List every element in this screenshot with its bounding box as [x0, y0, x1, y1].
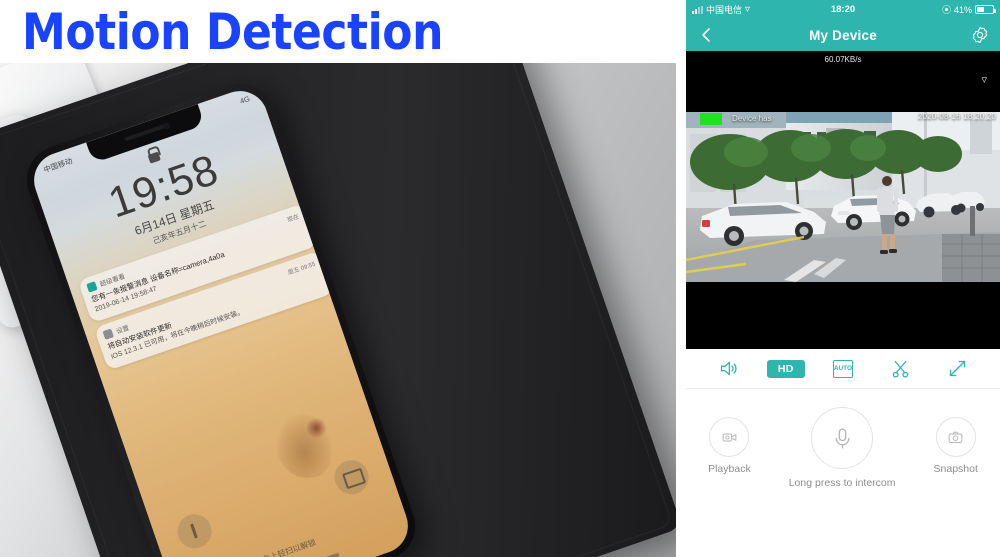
flashlight-button[interactable] [173, 509, 217, 553]
microphone-icon [811, 407, 874, 469]
gear-icon[interactable] [970, 25, 990, 45]
app-badge-icon [86, 280, 98, 293]
phone-carrier: 中国移动 [42, 156, 74, 175]
notification-app: 设置 [115, 324, 131, 336]
notch-speaker [124, 123, 166, 142]
expand-icon[interactable] [937, 356, 977, 382]
video-camera-icon [709, 417, 750, 457]
bottom-actions: Playback Long press to intercom Snapshot [686, 389, 1000, 489]
app-badge-icon [102, 327, 114, 340]
camera-feed [686, 112, 1000, 282]
page-title: My Device [809, 27, 877, 43]
product-photo: 中国移动 4G 19:58 6月14日 星期五 己亥年五月十二 超级看看 现在 … [0, 63, 676, 557]
quality-label: HD [766, 359, 805, 378]
wifi-icon: ▿ [981, 74, 987, 86]
notification-time: 现在 [286, 213, 300, 224]
video-overlay-text: Device has [732, 114, 772, 123]
phone-status-right: 4G [238, 94, 252, 106]
video-timestamp: 2020-08-16 18:20:20 [917, 112, 996, 121]
playback-button[interactable]: Playback [708, 417, 751, 475]
location-icon: ⦿ [941, 5, 951, 15]
motion-indicator [700, 113, 722, 125]
quality-hd-button[interactable]: HD [766, 356, 806, 382]
video-player[interactable]: 60.07KB/s ▿ Device has 2020-08-16 18:20:… [686, 51, 1000, 349]
bitrate-label: 60.07KB/s [824, 55, 862, 64]
status-bar: 中国电信 ▿ 18:20 ⦿ 41% [686, 0, 1000, 19]
actions-row: Playback Long press to intercom Snapshot [686, 407, 1000, 489]
speaker-icon[interactable] [709, 356, 749, 382]
battery-percent: 41% [953, 4, 972, 15]
notch-camera [162, 121, 172, 131]
scissors-icon[interactable] [880, 356, 920, 382]
left-photo-panel: Motion Detection 中国移动 4G 19:58 6月14日 星期五… [0, 0, 676, 557]
banner: Motion Detection [0, 0, 676, 63]
chevron-left-icon[interactable] [698, 27, 714, 43]
video-toolbar: HD AUTO [686, 349, 1000, 389]
battery-icon [975, 5, 996, 14]
auto-mode-button[interactable]: AUTO [823, 356, 863, 382]
intercom-button[interactable]: Long press to intercom [788, 407, 896, 489]
snapshot-label: Snapshot [933, 463, 978, 475]
nav-bar: My Device [686, 19, 1000, 51]
screenshot-root: Motion Detection 中国移动 4G 19:58 6月14日 星期五… [0, 0, 1000, 557]
intercom-label: Long press to intercom [788, 477, 896, 489]
status-bar-right: ⦿ 41% [941, 3, 996, 16]
camera-shortcut-button[interactable] [329, 455, 374, 499]
playback-label: Playback [708, 463, 751, 475]
wallpaper-footprint [273, 411, 335, 481]
mobile-app-panel: 中国电信 ▿ 18:20 ⦿ 41% My Device 60.07KB/s ▿… [686, 0, 1000, 557]
page-title: Motion Detection [22, 3, 443, 61]
snapshot-button[interactable]: Snapshot [934, 417, 978, 475]
camera-icon [935, 417, 976, 457]
auto-label: AUTO [832, 359, 853, 378]
